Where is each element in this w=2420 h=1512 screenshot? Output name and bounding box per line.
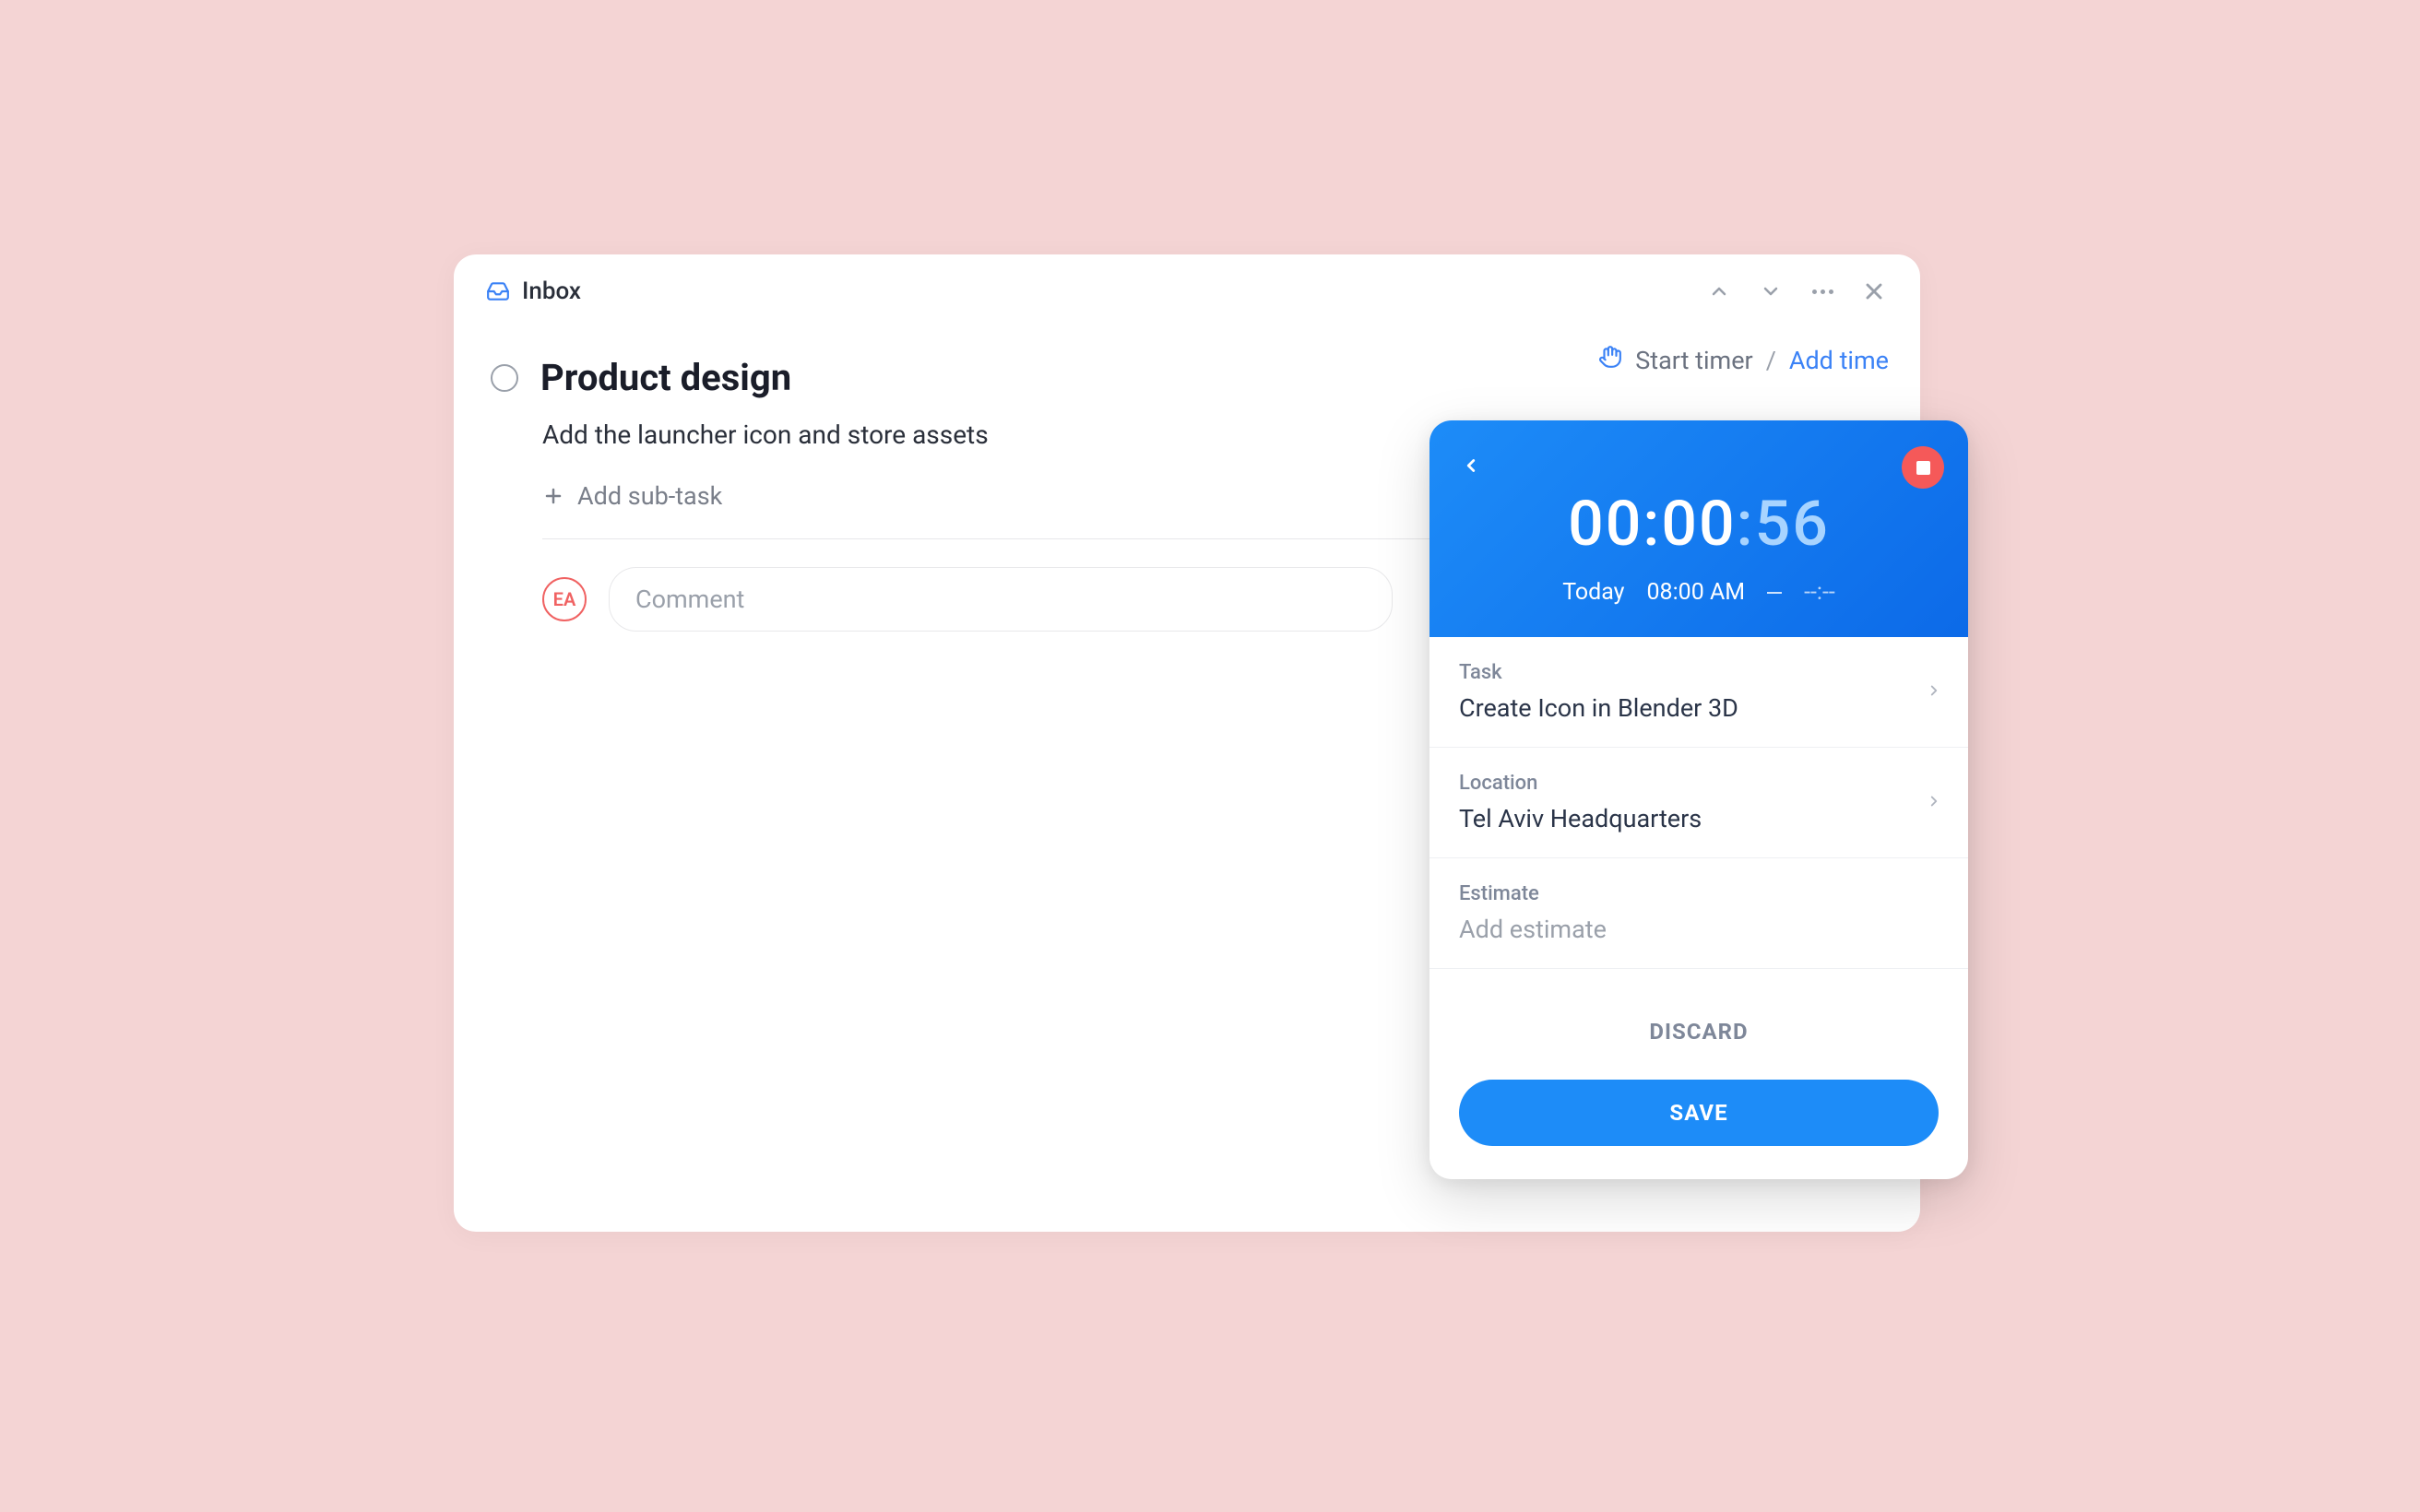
close-icon: [1861, 278, 1887, 304]
location-field-value: Tel Aviv Headquarters: [1459, 804, 1939, 833]
timer-panel: 00:00:56 Today 08:00 AM --:-- Task Creat…: [1429, 420, 1968, 1179]
task-field-label: Task: [1459, 661, 1939, 684]
timer-actions: DISCARD SAVE: [1429, 969, 1968, 1179]
more-options-button[interactable]: [1808, 277, 1837, 306]
card-header: Inbox: [454, 254, 1920, 328]
timer-hours: 00: [1568, 487, 1643, 561]
estimate-field-label: Estimate: [1459, 882, 1939, 905]
timer-header: 00:00:56 Today 08:00 AM --:--: [1429, 420, 1968, 637]
previous-button[interactable]: [1704, 277, 1734, 306]
timer-display: 00:00:56: [1461, 487, 1937, 561]
task-title[interactable]: Product design: [540, 356, 791, 399]
location-field-label: Location: [1459, 772, 1939, 795]
back-button[interactable]: [1461, 455, 1481, 479]
timer-seconds: 56: [1755, 487, 1830, 561]
chevron-down-icon: [1760, 280, 1782, 302]
next-button[interactable]: [1756, 277, 1785, 306]
avatar[interactable]: EA: [542, 577, 587, 621]
save-button[interactable]: SAVE: [1459, 1080, 1939, 1146]
add-time-link[interactable]: Add time: [1789, 346, 1889, 375]
location-field[interactable]: Location Tel Aviv Headquarters: [1429, 748, 1968, 858]
start-timer-link[interactable]: Start timer: [1635, 346, 1752, 375]
chevron-up-icon: [1708, 280, 1730, 302]
timer-meta: Today 08:00 AM --:--: [1461, 579, 1937, 606]
task-field-value: Create Icon in Blender 3D: [1459, 693, 1939, 723]
discard-button[interactable]: DISCARD: [1459, 1006, 1939, 1057]
estimate-field-placeholder: Add estimate: [1459, 915, 1939, 944]
timer-toolbar: Start timer / Add time: [1598, 345, 1889, 375]
breadcrumb[interactable]: Inbox: [485, 278, 581, 305]
dash-icon: [1767, 592, 1782, 594]
plus-icon: [542, 485, 564, 507]
complete-checkbox[interactable]: [491, 364, 518, 392]
timer-start-time: 08:00 AM: [1647, 579, 1746, 606]
timer-day: Today: [1562, 579, 1624, 606]
comment-input[interactable]: Comment: [609, 567, 1393, 632]
add-subtask-label: Add sub-task: [577, 481, 722, 511]
separator: /: [1766, 346, 1776, 375]
chevron-right-icon: [1926, 682, 1942, 703]
stop-timer-button[interactable]: [1902, 446, 1944, 489]
hand-icon: [1598, 345, 1622, 375]
close-button[interactable]: [1859, 277, 1889, 306]
header-actions: [1704, 277, 1889, 306]
inbox-icon: [485, 278, 511, 304]
breadcrumb-label: Inbox: [522, 278, 581, 305]
estimate-field[interactable]: Estimate Add estimate: [1429, 858, 1968, 969]
chevron-left-icon: [1461, 455, 1481, 476]
more-dots-icon: [1812, 289, 1833, 294]
chevron-right-icon: [1926, 793, 1942, 813]
timer-end-time: --:--: [1804, 579, 1835, 606]
timer-minutes: 00: [1661, 487, 1736, 561]
task-field[interactable]: Task Create Icon in Blender 3D: [1429, 637, 1968, 748]
stop-icon: [1916, 461, 1930, 475]
